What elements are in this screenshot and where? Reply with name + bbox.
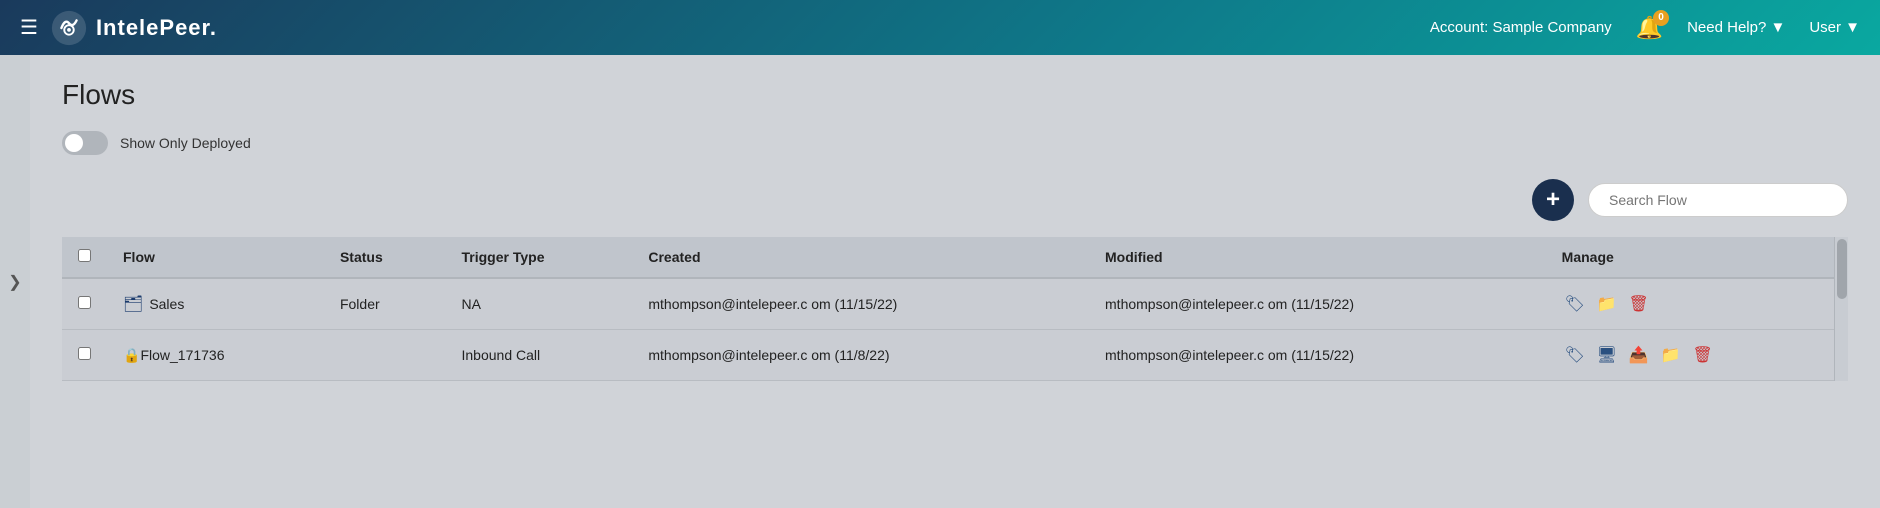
main-content: Flows Show Only Deployed + Flow Status T… — [30, 55, 1880, 508]
row1-status: Folder — [324, 278, 446, 330]
logo-area: IntelePeer. — [50, 9, 217, 47]
th-manage: Manage — [1546, 237, 1848, 278]
row2-folder-icon[interactable]: 📁 — [1658, 342, 1684, 368]
row2-export-icon[interactable]: 📤 — [1626, 342, 1652, 368]
top-navigation: ☰ IntelePeer. Account: Sample Company 🔔 … — [0, 0, 1880, 55]
row1-name-cell: 🗂 Sales — [107, 278, 324, 330]
th-checkbox — [62, 237, 107, 278]
bell-wrapper[interactable]: 🔔 0 — [1636, 15, 1663, 41]
row1-name: Sales — [149, 296, 184, 312]
row2-trigger: Inbound Call — [446, 330, 633, 381]
action-bar: + — [62, 179, 1848, 221]
row1-created: mthompson@intelepeer.c om (11/15/22) — [632, 278, 1089, 330]
logo-icon — [50, 9, 88, 47]
row1-folder-icon[interactable]: 📁 — [1594, 291, 1620, 317]
lock-icon: 🔒 — [123, 347, 140, 364]
row1-tag-icon[interactable]: 🏷 — [1562, 291, 1588, 317]
row1-manage: 🏷 📁 🗑 — [1546, 278, 1848, 330]
folder-icon: 🗂 — [123, 294, 143, 314]
th-created: Created — [632, 237, 1089, 278]
row2-delete-icon[interactable]: 🗑 — [1690, 342, 1716, 368]
row2-checkbox-cell — [62, 330, 107, 381]
row2-name: Flow_171736 — [140, 347, 224, 363]
row2-modified: mthompson@intelepeer.c om (11/15/22) — [1089, 330, 1546, 381]
row1-delete-icon[interactable]: 🗑 — [1626, 291, 1652, 317]
add-flow-button[interactable]: + — [1532, 179, 1574, 221]
table-row: 🔒 Flow_171736 Inbound Call mthompson@int… — [62, 330, 1848, 381]
row1-modified: mthompson@intelepeer.c om (11/15/22) — [1089, 278, 1546, 330]
th-status: Status — [324, 237, 446, 278]
flows-table: Flow Status Trigger Type Created Modifie… — [62, 237, 1848, 381]
row1-checkbox[interactable] — [78, 296, 91, 309]
account-label: Account: Sample Company — [1430, 19, 1612, 36]
th-modified: Modified — [1089, 237, 1546, 278]
scrollbar[interactable] — [1834, 237, 1848, 381]
logo-text: IntelePeer. — [96, 15, 217, 41]
row2-checkbox[interactable] — [78, 347, 91, 360]
table-header-row: Flow Status Trigger Type Created Modifie… — [62, 237, 1848, 278]
row2-tag-icon[interactable]: 🏷 — [1562, 342, 1588, 368]
user-menu-button[interactable]: User ▼ — [1809, 19, 1860, 36]
show-only-deployed-toggle[interactable] — [62, 131, 108, 155]
toggle-row: Show Only Deployed — [62, 131, 1848, 155]
row1-checkbox-cell — [62, 278, 107, 330]
th-flow: Flow — [107, 237, 324, 278]
need-help-button[interactable]: Need Help? ▼ — [1687, 19, 1785, 36]
table-row: 🗂 Sales Folder NA mthompson@intelepeer.c… — [62, 278, 1848, 330]
scrollbar-thumb — [1837, 239, 1847, 299]
bell-badge: 0 — [1653, 10, 1669, 26]
search-flow-input[interactable] — [1588, 183, 1848, 217]
row2-status — [324, 330, 446, 381]
hamburger-icon[interactable]: ☰ — [20, 15, 38, 40]
nav-right: Account: Sample Company 🔔 0 Need Help? ▼… — [1430, 15, 1860, 41]
nav-left: ☰ IntelePeer. — [20, 9, 217, 47]
toggle-thumb — [65, 134, 83, 152]
select-all-checkbox[interactable] — [78, 249, 91, 262]
page-title: Flows — [62, 79, 1848, 111]
flows-table-wrapper: Flow Status Trigger Type Created Modifie… — [62, 237, 1848, 381]
row2-created: mthompson@intelepeer.c om (11/8/22) — [632, 330, 1089, 381]
sidebar-toggle[interactable]: ❯ — [0, 55, 30, 508]
chevron-right-icon: ❯ — [8, 272, 21, 292]
row2-copy-icon[interactable]: 🖥 — [1594, 342, 1620, 368]
row2-name-cell: 🔒 Flow_171736 — [107, 330, 324, 381]
th-trigger-type: Trigger Type — [446, 237, 633, 278]
row1-trigger: NA — [446, 278, 633, 330]
row2-manage: 🏷 🖥 📤 📁 🗑 — [1546, 330, 1848, 381]
toggle-label: Show Only Deployed — [120, 135, 251, 151]
